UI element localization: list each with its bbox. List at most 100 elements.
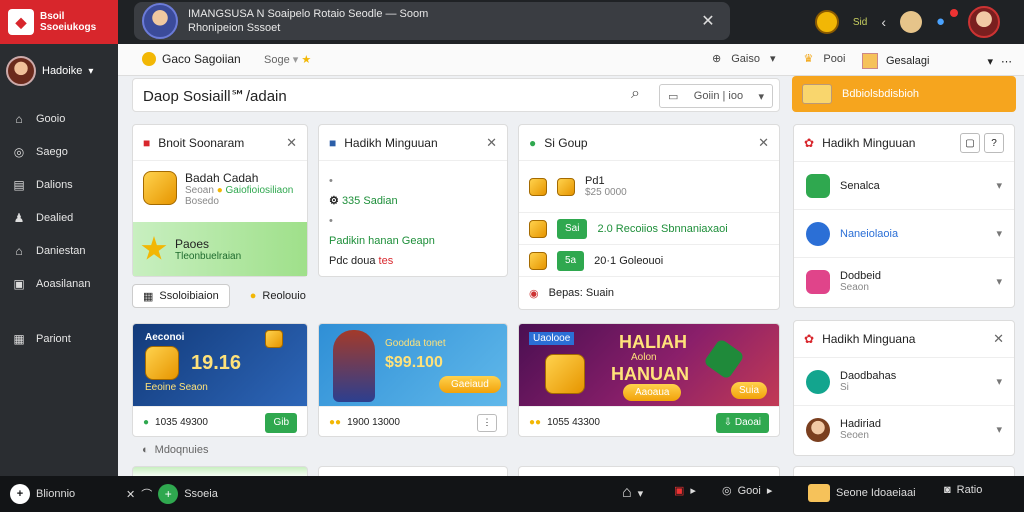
sidebar-item-report[interactable]: ▦ Pariont [0, 322, 118, 355]
taskbar-mail[interactable]: ▣ ▸ [674, 484, 696, 497]
window-icon[interactable]: ▢ [960, 133, 980, 153]
chip-1[interactable]: ▦ Ssoloibiaion [132, 284, 230, 308]
start-button[interactable]: + Blionnio [10, 484, 75, 504]
avatar [806, 417, 830, 442]
robot-icon: ◙ [944, 484, 951, 496]
check-icon [806, 221, 830, 246]
card-header: ■ Hadikh Minguuan ✕ [319, 125, 507, 161]
notification-icon[interactable]: ● [936, 9, 958, 31]
promo-card-3[interactable]: Uaolooe HALIAH Aolon HANUAN Aaoaua Suia … [518, 323, 780, 437]
profile-avatar[interactable] [142, 3, 178, 39]
tools-icon[interactable]: ✕ [696, 9, 720, 33]
sub-mid-label: Soge [264, 54, 290, 66]
app-logo[interactable]: ◆ Bsoil Ssoeiukogs [0, 0, 118, 44]
sidebar-item-store[interactable]: ⌂ Daniestan [0, 234, 118, 267]
sidebar-item-people[interactable]: ♟ Dealied [0, 201, 118, 234]
chevron-down-icon: ▾ [996, 276, 1002, 288]
sidebar: Hadoike ▾ ⌂ Gooio ◎ Saego ▤ Dalions ♟ De… [0, 44, 118, 476]
sub-title[interactable]: Gaco Sagoiian [142, 52, 241, 66]
reward-banner[interactable]: Bdbiolsbdisbioh [792, 76, 1016, 112]
check-circle-icon: ● [529, 135, 537, 150]
filter-icon: ▭ [668, 90, 679, 103]
promo-strip-title: Paoes [175, 236, 210, 251]
chat-icon: ◎ [13, 144, 25, 159]
clock-icon: ◎ [722, 485, 732, 497]
promo-button[interactable]: Aaoaua [623, 384, 682, 401]
taskbar-search[interactable]: ✕ ⌒ + Ssoeia [126, 484, 218, 504]
more-icon[interactable]: ⋯ [1001, 55, 1012, 68]
list-item[interactable]: Naneiolaoia ▾ [794, 209, 1014, 257]
user-avatar[interactable] [968, 6, 1000, 38]
card-title: Hadikh Minguuan [822, 136, 916, 150]
close-icon[interactable]: ✕ [758, 135, 769, 151]
card-green-line[interactable]: Padikin hanan Geapn [329, 231, 497, 251]
list-item[interactable]: 5a 20·1 Goleouoi [519, 245, 779, 277]
sub-mid[interactable]: Soge ▾ ★ [264, 53, 311, 66]
promo-tag: Goodda tonet [385, 338, 446, 349]
chevron-down-icon: ▾ [996, 424, 1002, 436]
coin-icon [529, 219, 547, 238]
search-icon[interactable]: ⌕ [631, 85, 651, 105]
sidebar-item-list[interactable]: ▤ Dalions [0, 168, 118, 201]
tools-icon: ✕ [126, 488, 136, 501]
close-icon[interactable]: ✕ [486, 135, 497, 151]
promo-strip-sub: Tleonbuelraian [175, 250, 242, 262]
promo-bar: ●● 1900 13000 ⋮ [319, 406, 507, 436]
sidebar-item-label: Aoasilanan [36, 277, 91, 290]
card-body: Badah Cadah Seoan ● Gaiofioiosiliaon Bos… [133, 161, 307, 207]
promo-button[interactable]: Gaeiaud [439, 376, 501, 393]
card-title: Hadikh Minguuan [344, 135, 438, 150]
top-search-bar[interactable]: IMANGSUSA N Soaipelo Rotaio Seodle — Soo… [134, 2, 730, 40]
taskbar-item-1[interactable]: ◎ Gooi ▸ [722, 484, 772, 498]
list-item[interactable]: Dodbeid Seaon ▾ [794, 257, 1014, 305]
promo-card-2[interactable]: Goodda tonet $99.100 Gaeiaud ●● 1900 130… [318, 323, 508, 437]
list-item[interactable]: Hadiriad Seoen ▾ [794, 405, 1014, 453]
promo-bar-text: 1035 49300 [155, 417, 208, 428]
sidebar-item-label: Daniestan [36, 244, 86, 257]
hero-figure [333, 330, 375, 402]
chevron-down-icon: ▾ [637, 487, 644, 500]
row-text: 20·1 Goleouoi [594, 254, 664, 267]
taskbar-item-3[interactable]: ◙ Ratio [944, 484, 982, 496]
promo-bar-button[interactable]: Gib [265, 412, 297, 433]
sidebar-item-chat[interactable]: ◎ Saego [0, 135, 118, 168]
card-title: Si Goup [544, 135, 588, 150]
sidebar-item-home[interactable]: ⌂ Gooio [0, 102, 118, 135]
list-item[interactable]: Senalca ▾ [794, 161, 1014, 209]
sidebar-user[interactable]: Hadoike ▾ [0, 44, 118, 102]
promo-big: HALIAH [619, 332, 687, 352]
filter-select[interactable]: ▭ Goiin | ioo ▾ [659, 84, 773, 108]
sub-right-1[interactable]: Gaiso [731, 53, 760, 65]
promo-bar-button[interactable]: ⇩ Daoai [715, 412, 769, 433]
row-button[interactable]: Sai [557, 218, 588, 239]
card-item-title: Badah Cadah [185, 171, 259, 185]
close-icon[interactable]: ✕ [993, 331, 1004, 347]
row-button[interactable]: 5a [557, 250, 585, 271]
right-card-2: ✿ Hadikh Minguana ✕ Daodbahas Si ▾ Hadir… [793, 320, 1015, 456]
chevron-left-icon[interactable]: ‹ [881, 14, 886, 30]
card-value-label: Sadian [363, 195, 398, 207]
promo-button-2[interactable]: Suia [731, 382, 768, 399]
dot-icon: • [329, 215, 333, 227]
bell-icon[interactable] [900, 11, 922, 33]
chip-2[interactable]: ● Reolouio [240, 284, 316, 308]
sub-title-label: Gaco Sagoiian [162, 52, 241, 66]
card-footer[interactable]: ◉ Bepas: Suain [519, 277, 779, 309]
card-promo-strip[interactable]: Paoes Tleonbuelraian [133, 222, 307, 276]
more-icon[interactable]: ⋮ [477, 413, 497, 432]
taskbar-home[interactable]: ⌂ ▾ [622, 484, 643, 502]
taskbar-item-2[interactable]: Seone Idoaeiaai [808, 484, 916, 502]
coin-badge-icon[interactable] [814, 10, 839, 34]
list-item[interactable]: Daodbahas Si ▾ [794, 357, 1014, 405]
promo-card-1[interactable]: Aeconoi 19.16 Eeoine Seaon ● 1035 49300 … [132, 323, 308, 437]
promo-big-2: HANUAN [611, 364, 689, 384]
close-icon[interactable]: ✕ [286, 135, 297, 151]
sub-right-2[interactable]: Pooi [823, 53, 845, 65]
book-icon: ■ [329, 135, 337, 150]
info-icon[interactable]: ? [984, 133, 1004, 153]
card-title: Bnoit Soonaram [158, 135, 245, 150]
sub-selector[interactable]: Gesalagi ▾ ⋯ [862, 50, 1012, 72]
sidebar-item-image[interactable]: ▣ Aoasilanan [0, 267, 118, 300]
chest-icon [802, 84, 832, 104]
list-item[interactable]: Sai 2.0 Recoiios Sbnnaniaxaoi [519, 213, 779, 245]
